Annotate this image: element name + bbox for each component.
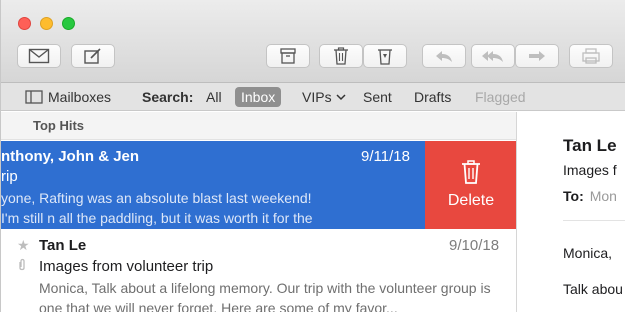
- message-row-swiped[interactable]: nthony, John & Jen 9/11/18 rip yone, Raf…: [1, 141, 516, 229]
- chevron-down-icon: [336, 94, 346, 101]
- mail-window: Mailboxes Search: All Inbox VIPs Sent Dr…: [0, 0, 625, 312]
- get-mail-button[interactable]: [17, 44, 61, 68]
- message-body-text: Talk abou: [563, 281, 623, 297]
- sent-button[interactable]: Sent: [363, 83, 392, 111]
- delete-button[interactable]: [319, 44, 363, 68]
- to-value[interactable]: Mon: [590, 188, 617, 204]
- reply-icon: [436, 51, 452, 62]
- message-subject: rip: [1, 168, 18, 185]
- mailboxes-label: Mailboxes: [48, 89, 112, 105]
- junk-button[interactable]: [363, 44, 407, 68]
- print-icon: [582, 48, 600, 64]
- message-preview: Monica, Talk about a lifelong memory. Ou…: [39, 280, 491, 312]
- reply-all-button[interactable]: [471, 44, 515, 68]
- message-row[interactable]: ★ Tan Le 9/10/18 Images from volunteer t…: [1, 230, 516, 312]
- header-divider: [563, 220, 625, 221]
- message-view: Tan Le Images f To: Mon Monica, Talk abou: [518, 112, 625, 312]
- message-view-from: Tan Le: [563, 136, 617, 155]
- section-header-top-hits: Top Hits: [1, 112, 516, 140]
- trash-icon: [334, 47, 348, 65]
- search-scope-all[interactable]: All: [206, 83, 222, 111]
- attachment-icon: [19, 258, 25, 271]
- junk-icon: [378, 49, 392, 65]
- reply-button[interactable]: [422, 44, 466, 68]
- close-window-button[interactable]: [18, 17, 31, 30]
- sidebar-icon: [25, 90, 43, 104]
- message-date: 9/10/18: [449, 237, 500, 254]
- to-label: To:: [563, 188, 584, 204]
- toolbar: [1, 0, 625, 83]
- reply-all-icon: [482, 51, 503, 62]
- message-sender: nthony, John & Jen: [1, 148, 140, 165]
- new-message-icon: [84, 48, 101, 64]
- compose-button[interactable]: [71, 44, 115, 68]
- vips-label: VIPs: [302, 89, 332, 105]
- zoom-window-button[interactable]: [62, 17, 75, 30]
- message-list: Top Hits nthony, John & Jen 9/11/18 rip …: [1, 112, 517, 312]
- message-view-subject: Images f: [563, 162, 617, 178]
- message-row-content[interactable]: nthony, John & Jen 9/11/18 rip yone, Raf…: [1, 141, 425, 229]
- message-view-recipients: To: Mon: [563, 188, 617, 204]
- message-body-greeting: Monica,: [563, 245, 613, 261]
- swipe-delete-button[interactable]: Delete: [425, 141, 516, 229]
- print-button[interactable]: [569, 44, 613, 68]
- mailboxes-button[interactable]: Mailboxes: [25, 83, 111, 111]
- forward-button[interactable]: [515, 44, 559, 68]
- minimize-window-button[interactable]: [40, 17, 53, 30]
- search-scope-label: Search:: [142, 89, 194, 105]
- message-sender: Tan Le: [39, 237, 87, 254]
- search-scope-inbox[interactable]: Inbox: [235, 87, 282, 107]
- vip-star-icon: ★: [17, 237, 30, 253]
- trash-icon: [462, 160, 480, 184]
- archive-icon: [280, 48, 296, 64]
- archive-button[interactable]: [266, 44, 310, 68]
- flagged-button[interactable]: Flagged: [475, 83, 526, 111]
- vips-button[interactable]: VIPs: [302, 83, 346, 111]
- compose-envelope-icon: [28, 48, 50, 64]
- swipe-delete-label: Delete: [447, 192, 495, 209]
- favorites-bar: Mailboxes Search: All Inbox VIPs Sent Dr…: [1, 83, 625, 111]
- message-preview: yone, Rafting was an absolute blast last…: [1, 190, 313, 226]
- message-date: 9/11/18: [361, 148, 410, 165]
- drafts-button[interactable]: Drafts: [414, 83, 451, 111]
- message-subject: Images from volunteer trip: [39, 258, 214, 275]
- forward-icon: [529, 51, 545, 61]
